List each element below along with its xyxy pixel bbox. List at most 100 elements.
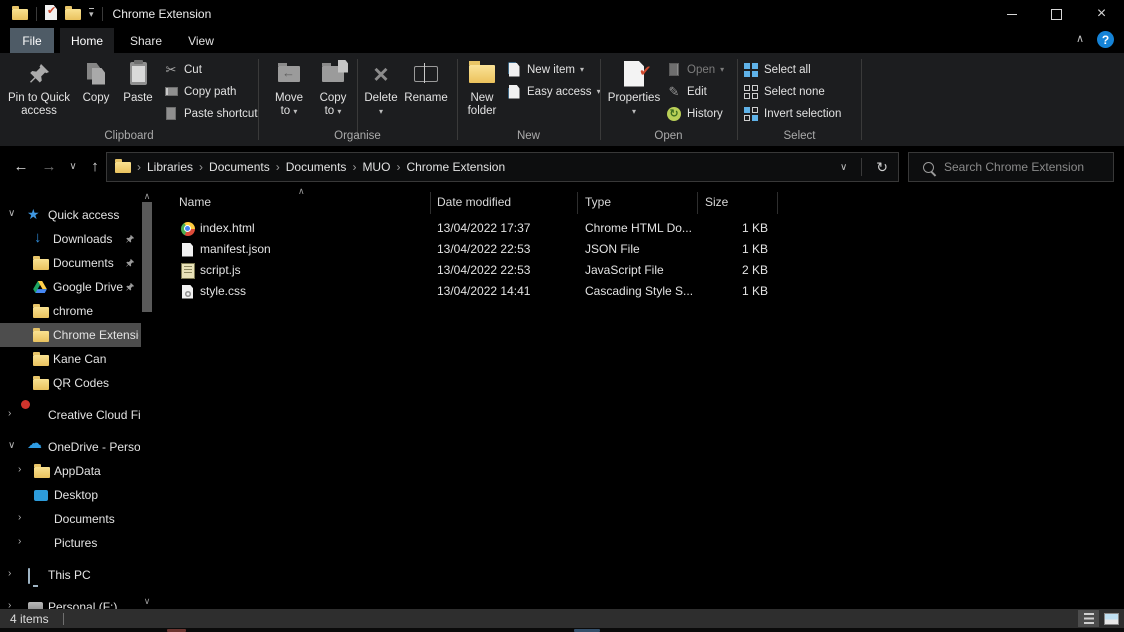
recent-locations-dropdown[interactable]: ∨	[62, 154, 84, 178]
breadcrumb-item[interactable]: Libraries	[141, 160, 199, 174]
pin-to-quick-access-button[interactable]: Pin to Quick access	[6, 55, 72, 139]
group-label-clipboard: Clipboard	[0, 130, 258, 142]
chevron-down-icon[interactable]: ∨	[8, 208, 15, 219]
collapse-ribbon-button[interactable]: ∧	[1076, 32, 1084, 45]
close-icon: ×	[1097, 7, 1106, 21]
close-button[interactable]: ×	[1079, 0, 1124, 28]
sidebar-item-creative-cloud[interactable]: › Creative Cloud Fil	[0, 403, 141, 427]
tab-view[interactable]: View	[176, 28, 226, 53]
column-divider[interactable]	[777, 192, 778, 214]
sidebar-item-label: Desktop	[54, 488, 98, 502]
delete-button[interactable]: × Delete ▾	[361, 55, 401, 139]
copy-path-button[interactable]: Copy path	[163, 82, 236, 101]
sidebar-item-onedrive-documents[interactable]: › Documents	[0, 507, 141, 531]
chevron-right-icon[interactable]: ›	[8, 568, 11, 579]
group-label-new: New	[457, 130, 600, 142]
breadcrumb-item[interactable]: Chrome Extension	[400, 160, 511, 174]
sidebar-scrollbar-thumb[interactable]	[142, 202, 152, 312]
help-button[interactable]: ?	[1097, 31, 1114, 48]
qat-customize-dropdown[interactable]: ▾	[89, 8, 94, 20]
paste-button[interactable]: Paste	[118, 55, 158, 139]
file-row-manifest-json[interactable]: manifest.json 13/04/2022 22:53 JSON File…	[160, 239, 1124, 260]
file-row-style-css[interactable]: style.css 13/04/2022 14:41 Cascading Sty…	[160, 281, 1124, 302]
up-button[interactable]: ↑	[84, 154, 106, 178]
breadcrumb-item[interactable]: MUO	[356, 160, 396, 174]
chevron-right-icon[interactable]: ›	[18, 512, 21, 523]
breadcrumb-item[interactable]: Documents	[280, 160, 353, 174]
column-header-date-modified[interactable]: Date modified	[437, 195, 511, 209]
sidebar-item-label: Quick access	[48, 208, 119, 222]
group-label-organise: Organise	[258, 130, 457, 142]
column-divider[interactable]	[430, 192, 431, 214]
sidebar-item-chrome[interactable]: chrome	[0, 299, 141, 323]
sidebar-item-desktop[interactable]: Desktop	[0, 483, 141, 507]
move-to-button[interactable]: Move to ▾	[268, 55, 310, 139]
sidebar-item-pictures[interactable]: › Pictures	[0, 531, 141, 555]
copy-path-icon	[163, 84, 179, 100]
column-divider[interactable]	[577, 192, 578, 214]
sidebar-item-chrome-extension[interactable]: Chrome Extension	[0, 323, 141, 347]
address-dropdown-button[interactable]: ∨	[830, 162, 857, 173]
sidebar-item-qr-codes[interactable]: QR Codes	[0, 371, 141, 395]
css-file-icon	[180, 284, 195, 299]
sidebar-item-documents[interactable]: Documents	[0, 251, 141, 275]
chevron-down-icon[interactable]: ∨	[8, 440, 15, 451]
column-header-type[interactable]: Type	[585, 195, 611, 209]
sidebar-item-label: This PC	[48, 568, 91, 582]
chevron-right-icon[interactable]: ›	[18, 464, 21, 475]
qat-new-folder-button[interactable]	[65, 9, 81, 20]
sidebar-item-appdata[interactable]: › AppData	[0, 459, 141, 483]
pin-icon	[125, 281, 135, 295]
invert-selection-button[interactable]: Invert selection	[743, 104, 841, 123]
copy-button[interactable]: Copy	[76, 55, 116, 139]
caret-down-icon: ▾	[293, 107, 297, 116]
chevron-right-icon[interactable]: ›	[8, 408, 11, 419]
sidebar-item-this-pc[interactable]: › This PC	[0, 563, 141, 587]
paste-shortcut-button[interactable]: Paste shortcut	[163, 104, 258, 123]
back-button[interactable]: ←	[10, 154, 32, 178]
column-header-name[interactable]: Name	[179, 195, 211, 209]
properties-button[interactable]: ✔ Properties ▾	[606, 55, 662, 139]
breadcrumb-item[interactable]: Documents	[203, 160, 276, 174]
search-box[interactable]	[908, 152, 1114, 182]
history-button[interactable]: ↻ History	[666, 104, 723, 123]
tab-file[interactable]: File	[10, 28, 54, 53]
sidebar-item-downloads[interactable]: ↓ Downloads	[0, 227, 141, 251]
select-none-button[interactable]: Select none	[743, 82, 825, 101]
forward-button[interactable]: →	[38, 154, 60, 178]
ribbon-tab-row: File Home Share View ∧ ?	[0, 28, 1124, 53]
search-input[interactable]	[942, 159, 1106, 175]
thumbnail-view-button[interactable]	[1101, 610, 1122, 627]
address-field[interactable]: › Libraries › Documents › Documents › MU…	[106, 152, 899, 182]
refresh-button[interactable]: ↻	[866, 159, 898, 176]
scroll-down-icon[interactable]: ∨	[141, 595, 153, 607]
new-item-button[interactable]: New item ▾	[506, 60, 584, 79]
scroll-up-icon[interactable]: ∧	[141, 190, 153, 202]
copy-to-button[interactable]: Copy to ▾	[312, 55, 354, 139]
rename-button[interactable]: Rename	[402, 55, 450, 139]
column-divider[interactable]	[697, 192, 698, 214]
chevron-right-icon[interactable]: ›	[8, 600, 11, 609]
sidebar-item-quick-access[interactable]: ∨ ★ Quick access	[0, 203, 141, 227]
chevron-right-icon[interactable]: ›	[18, 536, 21, 547]
select-all-button[interactable]: Select all	[743, 60, 811, 79]
tab-share[interactable]: Share	[120, 28, 172, 53]
maximize-button[interactable]	[1034, 0, 1079, 28]
file-row-script-js[interactable]: script.js 13/04/2022 22:53 JavaScript Fi…	[160, 260, 1124, 281]
sidebar-item-google-drive[interactable]: Google Drive	[0, 275, 141, 299]
easy-access-button[interactable]: Easy access ▾	[506, 82, 601, 101]
new-folder-button[interactable]: New folder	[461, 55, 503, 139]
file-size: 1 KB	[700, 284, 768, 298]
sidebar-item-personal-drive[interactable]: › Personal (F:)	[0, 595, 141, 609]
cut-button[interactable]: ✂ Cut	[163, 60, 202, 79]
file-row-index-html[interactable]: index.html 13/04/2022 17:37 Chrome HTML …	[160, 218, 1124, 239]
open-button[interactable]: Open ▾	[666, 60, 724, 79]
tab-home[interactable]: Home	[60, 28, 114, 53]
sidebar-item-onedrive[interactable]: ∨ ☁ OneDrive - Persor	[0, 435, 141, 459]
details-view-button[interactable]	[1078, 610, 1099, 627]
column-header-size[interactable]: Size	[705, 195, 728, 209]
sidebar-item-kane-can[interactable]: Kane Can	[0, 347, 141, 371]
edit-button[interactable]: ✎ Edit	[666, 82, 707, 101]
qat-properties-button[interactable]: ✔	[45, 5, 57, 23]
minimize-button[interactable]	[989, 0, 1034, 28]
